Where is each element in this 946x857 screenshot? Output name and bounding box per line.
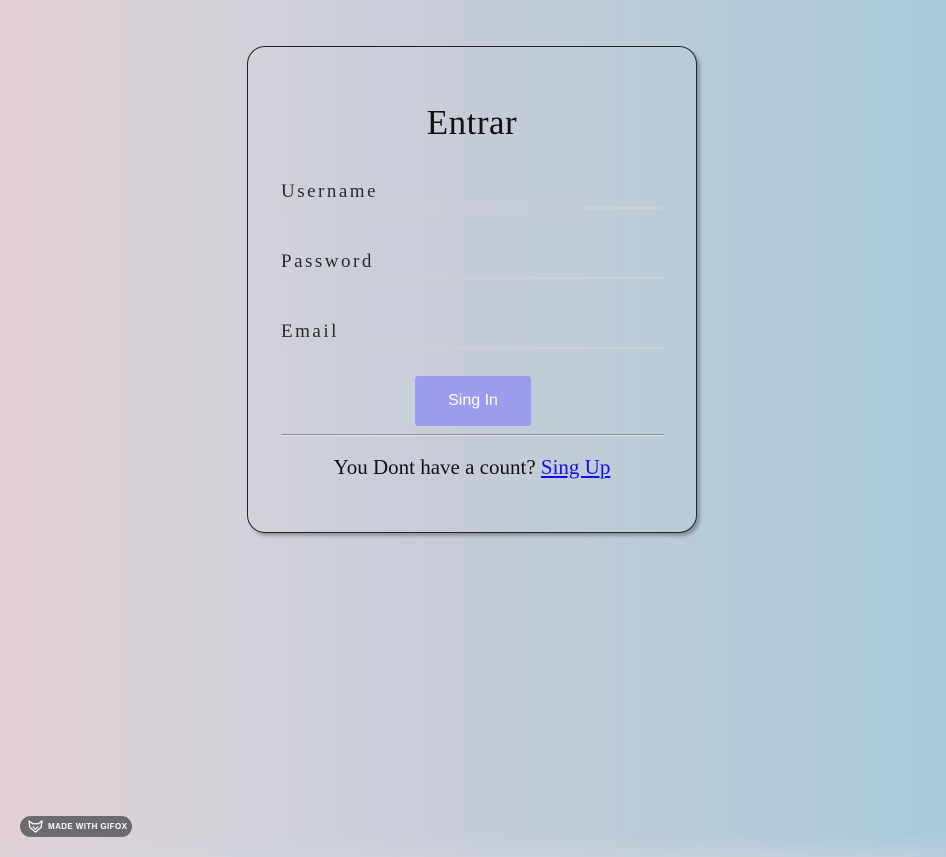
sign-in-button[interactable]: Sing In <box>415 376 531 426</box>
signup-prompt: You Dont have a count? <box>333 455 541 479</box>
email-input[interactable] <box>281 317 663 349</box>
bottom-fade <box>0 835 946 857</box>
gifox-badge[interactable]: MADE WITH GIFOX <box>20 816 132 837</box>
fox-icon <box>28 820 43 833</box>
username-input[interactable] <box>281 177 663 209</box>
badge-text: MADE WITH GIFOX <box>48 822 128 831</box>
divider <box>281 434 664 436</box>
sign-up-link[interactable]: Sing Up <box>541 455 610 479</box>
login-card: Entrar Sing In You Dont have a count? Si… <box>247 46 697 533</box>
signup-row: You Dont have a count? Sing Up <box>248 455 696 480</box>
password-input[interactable] <box>281 247 663 279</box>
login-title: Entrar <box>426 103 518 142</box>
